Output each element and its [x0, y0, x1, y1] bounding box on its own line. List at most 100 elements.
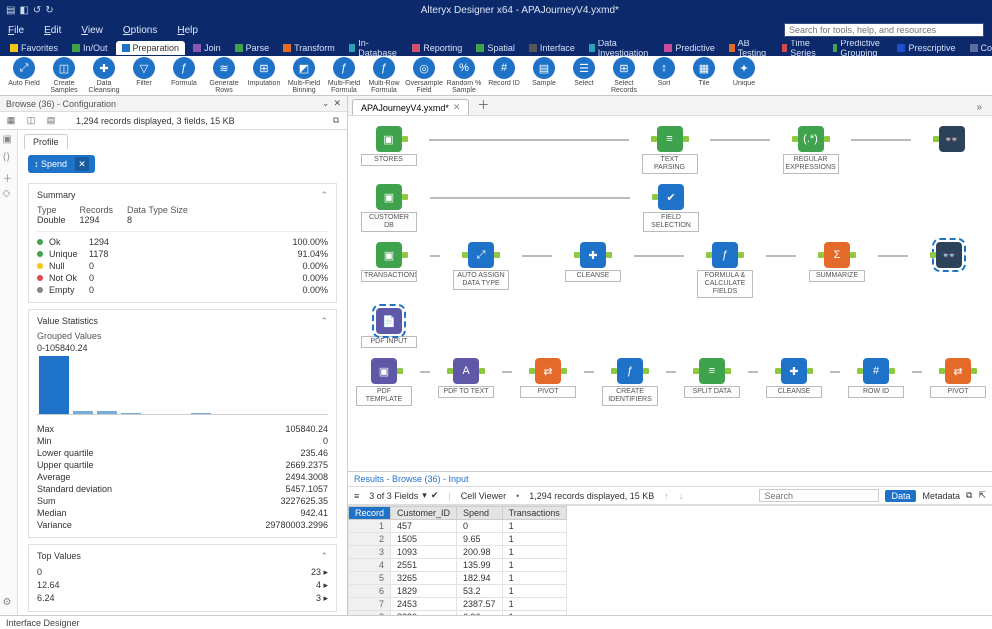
- close-tab-icon[interactable]: ✕: [453, 102, 461, 113]
- table-row[interactable]: 724532387.571: [349, 598, 567, 611]
- copy-icon[interactable]: ⧉: [329, 114, 343, 128]
- qa-icon[interactable]: ↺: [33, 5, 41, 16]
- palette-group-prescriptive[interactable]: Prescriptive: [891, 41, 961, 55]
- palette-group-predictive[interactable]: Predictive: [658, 41, 721, 55]
- collapse-icon[interactable]: ⌃: [320, 551, 328, 562]
- tool-data-cleansing[interactable]: ✚Data Cleansing: [86, 57, 122, 94]
- new-tab-button[interactable]: ＋: [471, 96, 495, 115]
- plus-icon[interactable]: ＋: [3, 170, 15, 182]
- menu-view[interactable]: View: [81, 25, 103, 36]
- global-search-input[interactable]: [784, 23, 984, 37]
- tool-create-samples[interactable]: ◫Create Samples: [46, 57, 82, 94]
- fields-check-icon[interactable]: ✔: [431, 490, 439, 501]
- workflow-node[interactable]: ▣STORES: [356, 126, 421, 166]
- workflow-node[interactable]: 👓: [919, 126, 984, 152]
- tool-sample[interactable]: ▤Sample: [526, 57, 562, 94]
- tool-unique[interactable]: ✦Unique: [726, 57, 762, 94]
- bookmark-icon[interactable]: ◇: [3, 188, 15, 200]
- cell-viewer-label[interactable]: Cell Viewer: [461, 491, 506, 501]
- workflow-tab[interactable]: APAJourneyV4.yxmd* ✕: [352, 99, 469, 115]
- code-icon[interactable]: ⟨⟩: [3, 152, 15, 164]
- tool-multi-row-formula[interactable]: ƒMulti-Row Formula: [366, 57, 402, 94]
- workflow-node[interactable]: ▣CUSTOMER DB: [356, 184, 422, 232]
- menu-options[interactable]: Options: [123, 25, 157, 36]
- tabs-overflow-icon[interactable]: »: [970, 100, 988, 115]
- data-tab[interactable]: Data: [885, 490, 916, 502]
- profile-tab[interactable]: Profile: [24, 134, 68, 149]
- table-row[interactable]: 215059.651: [349, 533, 567, 546]
- palette-group-transform[interactable]: Transform: [277, 41, 341, 55]
- palette-group-spatial[interactable]: Spatial: [470, 41, 521, 55]
- palette-group-predictive-grouping[interactable]: Predictive Grouping: [827, 41, 890, 55]
- palette-group-interface[interactable]: Interface: [523, 41, 581, 55]
- workflow-node[interactable]: ƒFORMULA & CALCULATE FIELDS: [692, 242, 758, 298]
- palette-group-parse[interactable]: Parse: [229, 41, 276, 55]
- results-menu-icon[interactable]: ≡: [354, 491, 359, 501]
- tool-select-records[interactable]: ⊞Select Records: [606, 57, 642, 94]
- qa-icon[interactable]: ◧: [19, 5, 28, 16]
- workflow-node[interactable]: 👓: [916, 242, 982, 268]
- tool-multi-field-binning[interactable]: ◩Multi-Field Binning: [286, 57, 322, 94]
- workflow-node[interactable]: ▣TRANSACTIONS: [356, 242, 422, 282]
- table-row[interactable]: 31093200.981: [349, 546, 567, 559]
- tool-formula[interactable]: ƒFormula: [166, 57, 202, 94]
- close-icon[interactable]: ✕: [333, 98, 341, 109]
- workflow-node[interactable]: (.*)REGULAR EXPRESSIONS: [778, 126, 843, 174]
- copy-icon[interactable]: ⧉: [966, 490, 972, 501]
- workflow-node[interactable]: #ROW ID: [848, 358, 904, 398]
- workflow-node[interactable]: ≡TEXT PARSING: [637, 126, 702, 174]
- workflow-node[interactable]: ƒCREATE IDENTIFIERS: [602, 358, 658, 406]
- workflow-node[interactable]: ▣PDF TEMPLATE: [356, 358, 412, 406]
- tool-sort[interactable]: ↕Sort: [646, 57, 682, 94]
- gear-icon[interactable]: ⚙: [3, 597, 15, 609]
- workflow-node[interactable]: ⤢AUTO ASSIGN DATA TYPE: [448, 242, 514, 290]
- qa-icon[interactable]: ↻: [45, 5, 53, 16]
- arrow-down-icon[interactable]: ↓: [679, 491, 684, 501]
- palette-group-data-investigation[interactable]: Data Investigation: [583, 41, 657, 55]
- workflow-node[interactable]: APDF TO TEXT: [438, 358, 494, 398]
- book-icon[interactable]: ▣: [3, 134, 15, 146]
- workflow-node[interactable]: ⇄PIVOT: [930, 358, 986, 398]
- tool-random-sample[interactable]: %Random % Sample: [446, 57, 482, 94]
- tool-generate-rows[interactable]: ≋Generate Rows: [206, 57, 242, 94]
- palette-group-favorites[interactable]: Favorites: [4, 41, 64, 55]
- workflow-node[interactable]: ✔FIELD SELECTION: [638, 184, 704, 232]
- table-row[interactable]: 42551135.991: [349, 559, 567, 572]
- table-row[interactable]: 6182953.21: [349, 585, 567, 598]
- chevron-down-icon[interactable]: ⌄: [322, 98, 330, 109]
- workflow-node[interactable]: 📄PDF INPUT: [356, 308, 422, 348]
- collapse-icon[interactable]: ⌃: [320, 190, 328, 201]
- palette-group-reporting[interactable]: Reporting: [406, 41, 468, 55]
- field-chip-spend[interactable]: ↕ Spend ✕: [28, 155, 95, 173]
- palette-group-join[interactable]: Join: [187, 41, 227, 55]
- palette-group-time-series[interactable]: Time Series: [776, 41, 825, 55]
- workflow-node[interactable]: ✚CLEANSE: [766, 358, 822, 398]
- palette-group-in-database[interactable]: In-Database: [343, 41, 405, 55]
- palette-group-in/out[interactable]: In/Out: [66, 41, 114, 55]
- palette-group-connectors[interactable]: Connectors: [964, 41, 992, 55]
- metadata-tab[interactable]: Metadata: [922, 491, 960, 501]
- menu-help[interactable]: Help: [177, 25, 198, 36]
- qa-icon[interactable]: ▤: [6, 5, 15, 16]
- tool-select[interactable]: ☰Select: [566, 57, 602, 94]
- workflow-node[interactable]: ⇄PIVOT: [520, 358, 576, 398]
- chip-remove-icon[interactable]: ✕: [75, 157, 89, 171]
- menu-edit[interactable]: Edit: [44, 25, 61, 36]
- tool-imputation[interactable]: ⊞Imputation: [246, 57, 282, 94]
- tool-auto-field[interactable]: ⤢Auto Field: [6, 57, 42, 94]
- tool-multi-field-formula[interactable]: ƒMulti-Field Formula: [326, 57, 362, 94]
- tool-record-id[interactable]: #Record ID: [486, 57, 522, 94]
- tool-filter[interactable]: ▽Filter: [126, 57, 162, 94]
- view-grid-icon[interactable]: ▦: [4, 114, 18, 128]
- tool-tile[interactable]: ▦Tile: [686, 57, 722, 94]
- workflow-node[interactable]: ΣSUMMARIZE: [804, 242, 870, 282]
- menu-file[interactable]: File: [8, 25, 24, 36]
- workflow-canvas[interactable]: ▣STORES ≡TEXT PARSING (.*)REGULAR EXPRESSI…: [348, 116, 992, 471]
- view-split-icon[interactable]: ◫: [24, 114, 38, 128]
- fields-dropdown-icon[interactable]: ▾: [422, 490, 427, 501]
- arrow-up-icon[interactable]: ↑: [664, 491, 669, 501]
- collapse-icon[interactable]: ⌃: [320, 316, 328, 327]
- export-icon[interactable]: ⇱: [978, 490, 986, 501]
- workflow-node[interactable]: ✚CLEANSE: [560, 242, 626, 282]
- view-list-icon[interactable]: ▤: [44, 114, 58, 128]
